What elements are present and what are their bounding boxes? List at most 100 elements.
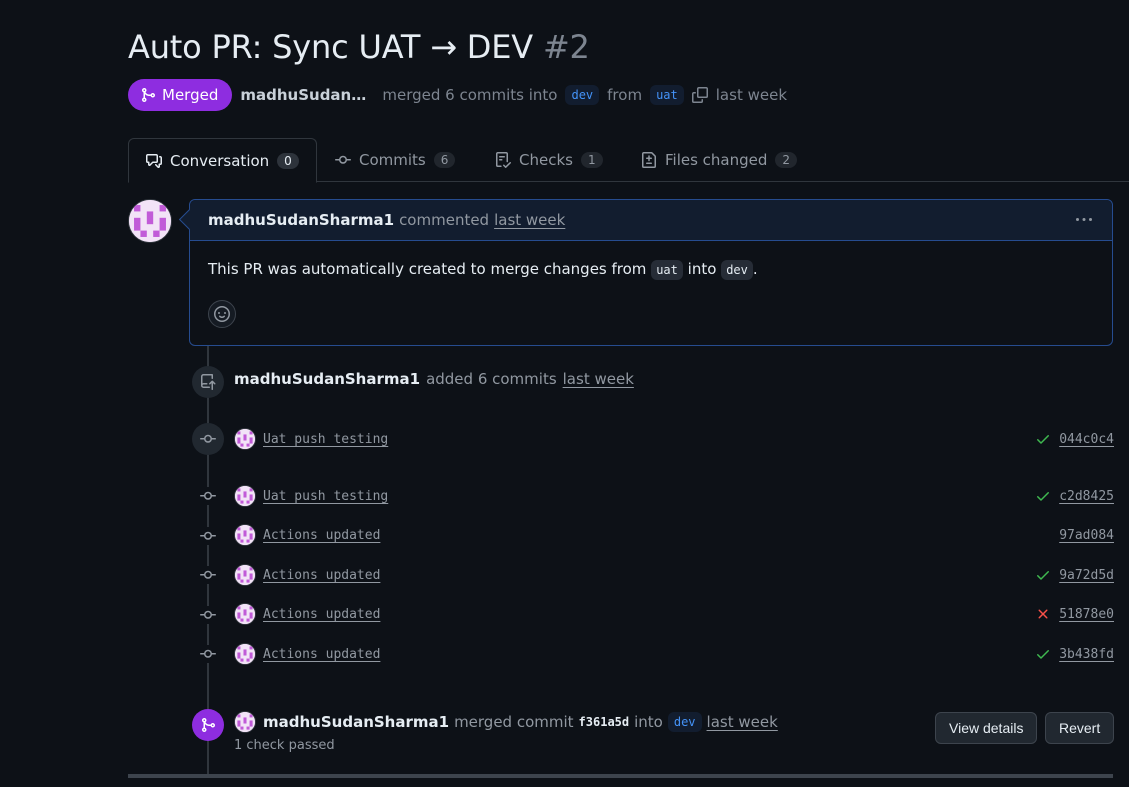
merge-event-into: into xyxy=(634,713,663,731)
avatar[interactable] xyxy=(234,485,256,507)
commit-message-link[interactable]: Uat push testing xyxy=(263,432,388,447)
commit-sha-link[interactable]: 97ad084 xyxy=(1059,528,1114,543)
tab-commits-count: 6 xyxy=(433,152,456,168)
merge-summary-text: merged 6 commits into xyxy=(382,86,558,104)
tab-conversation-label: Conversation xyxy=(170,151,270,170)
merge-commit-sha-link[interactable]: f361a5d xyxy=(579,715,630,729)
timeline-badge-push xyxy=(192,366,224,398)
head-branch-link[interactable]: uat xyxy=(650,85,684,105)
git-merge-icon xyxy=(142,88,156,102)
tab-commits-label: Commits xyxy=(359,151,426,169)
base-branch-link[interactable]: dev xyxy=(565,85,600,105)
tab-checks-count: 1 xyxy=(580,152,603,168)
commits-added-event: madhuSudanSharma1 added 6 commits last w… xyxy=(234,370,634,388)
kebab-horizontal-icon[interactable] xyxy=(1074,212,1094,228)
tab-commits[interactable]: Commits 6 xyxy=(318,138,472,182)
git-commit-icon xyxy=(199,606,217,624)
pr-tabs: Conversation 0 Commits 6 Checks 1 Files … xyxy=(128,138,1129,183)
comment-discussion-icon xyxy=(146,153,162,168)
comment-body-suffix: . xyxy=(752,260,758,278)
pr-when: last week xyxy=(715,86,788,104)
comment-body-mid: into xyxy=(687,260,717,278)
git-commit-icon xyxy=(199,645,217,663)
check-icon[interactable] xyxy=(1035,646,1051,662)
tab-conversation[interactable]: Conversation 0 xyxy=(128,138,317,183)
pr-number: #2 xyxy=(542,28,590,66)
commit-message-link[interactable]: Uat push testing xyxy=(263,489,388,504)
identicon-image xyxy=(129,200,171,242)
git-commit-icon xyxy=(200,434,216,443)
pr-description-comment: madhuSudanSharma1 commented last week Th… xyxy=(189,199,1113,346)
commits-event-author-link[interactable]: madhuSudanSharma1 xyxy=(234,370,420,388)
list-item: Actions updated 9a72d5d xyxy=(234,563,1114,587)
view-details-button[interactable]: View details xyxy=(935,712,1038,744)
pr-meta: Merged madhuSudanSh… merged 6 commits in… xyxy=(128,79,787,111)
avatar[interactable] xyxy=(234,711,256,733)
tab-files-changed[interactable]: Files changed 2 xyxy=(624,138,814,182)
git-commit-icon xyxy=(335,155,351,164)
comment-body: This PR was automatically created to mer… xyxy=(190,241,1112,280)
list-item: Uat push testing 044c0c4 xyxy=(234,427,1114,451)
merge-branch-link[interactable]: dev xyxy=(667,712,702,732)
comment-author-link[interactable]: madhuSudanSharma1 xyxy=(208,211,394,229)
avatar[interactable] xyxy=(234,428,256,450)
check-icon[interactable] xyxy=(1035,488,1051,504)
git-commit-icon xyxy=(199,487,217,505)
commits-event-timestamp-link[interactable]: last week xyxy=(563,370,634,388)
file-diff-icon xyxy=(642,152,656,168)
git-merge-icon xyxy=(202,718,216,732)
comment-code-from: uat xyxy=(651,260,683,280)
merge-event-author-link[interactable]: madhuSudanSharma1 xyxy=(263,713,449,731)
merge-event-timestamp-link[interactable]: last week xyxy=(707,713,778,731)
repo-push-icon xyxy=(201,374,216,390)
commit-sha-link[interactable]: 9a72d5d xyxy=(1059,568,1114,583)
tab-files-changed-label: Files changed xyxy=(665,151,768,169)
commit-sha-link[interactable]: 044c0c4 xyxy=(1059,432,1114,447)
revert-button[interactable]: Revert xyxy=(1045,712,1115,744)
list-item: Actions updated 3b438fd xyxy=(234,642,1114,666)
tab-checks[interactable]: Checks 1 xyxy=(478,138,620,182)
check-icon[interactable] xyxy=(1035,431,1051,447)
check-icon[interactable] xyxy=(1035,567,1051,583)
pr-author-link[interactable]: madhuSudanSh… xyxy=(240,86,374,104)
commit-message-link[interactable]: Actions updated xyxy=(263,528,380,543)
from-text: from xyxy=(607,86,643,104)
smiley-icon xyxy=(214,306,230,322)
timeline-badge-commit xyxy=(192,423,224,455)
copy-icon[interactable] xyxy=(691,87,708,103)
comment-body-prefix: This PR was automatically created to mer… xyxy=(208,260,647,278)
add-reaction-button[interactable] xyxy=(208,300,236,328)
git-commit-icon xyxy=(199,566,217,584)
pr-title: Auto PR: Sync UAT → DEV #2 xyxy=(128,28,590,66)
list-item: Actions updated 51878e0 xyxy=(234,602,1114,626)
avatar[interactable] xyxy=(234,564,256,586)
avatar[interactable] xyxy=(234,603,256,625)
commit-sha-link[interactable]: c2d8425 xyxy=(1059,489,1114,504)
pr-title-text: Auto PR: Sync UAT → DEV xyxy=(128,28,533,66)
checks-summary: 1 check passed xyxy=(234,738,335,753)
comment-timestamp-link[interactable]: last week xyxy=(494,211,565,229)
commit-sha-link[interactable]: 51878e0 xyxy=(1059,607,1114,622)
comment-code-to: dev xyxy=(721,260,753,280)
commit-message-link[interactable]: Actions updated xyxy=(263,607,380,622)
commits-event-action: added 6 commits xyxy=(426,370,557,388)
timeline-divider xyxy=(128,774,1113,778)
comment-action: commented xyxy=(399,211,490,229)
commit-message-link[interactable]: Actions updated xyxy=(263,647,380,662)
avatar[interactable] xyxy=(234,643,256,665)
merged-state-label: Merged xyxy=(162,86,219,104)
commit-sha-link[interactable]: 3b438fd xyxy=(1059,647,1114,662)
list-item: Actions updated 97ad084 xyxy=(234,523,1114,547)
git-commit-icon xyxy=(199,527,217,545)
commit-message-link[interactable]: Actions updated xyxy=(263,568,380,583)
merge-event-action: merged commit xyxy=(454,713,574,731)
list-item: Uat push testing c2d8425 xyxy=(234,484,1114,508)
avatar[interactable] xyxy=(128,199,172,243)
checklist-icon xyxy=(496,152,511,168)
merged-event: madhuSudanSharma1 merged commit f361a5d … xyxy=(234,711,778,753)
tab-conversation-count: 0 xyxy=(277,152,299,169)
tab-checks-label: Checks xyxy=(519,151,573,169)
x-icon[interactable] xyxy=(1035,606,1051,622)
tab-files-changed-count: 2 xyxy=(775,152,798,168)
avatar[interactable] xyxy=(234,524,256,546)
